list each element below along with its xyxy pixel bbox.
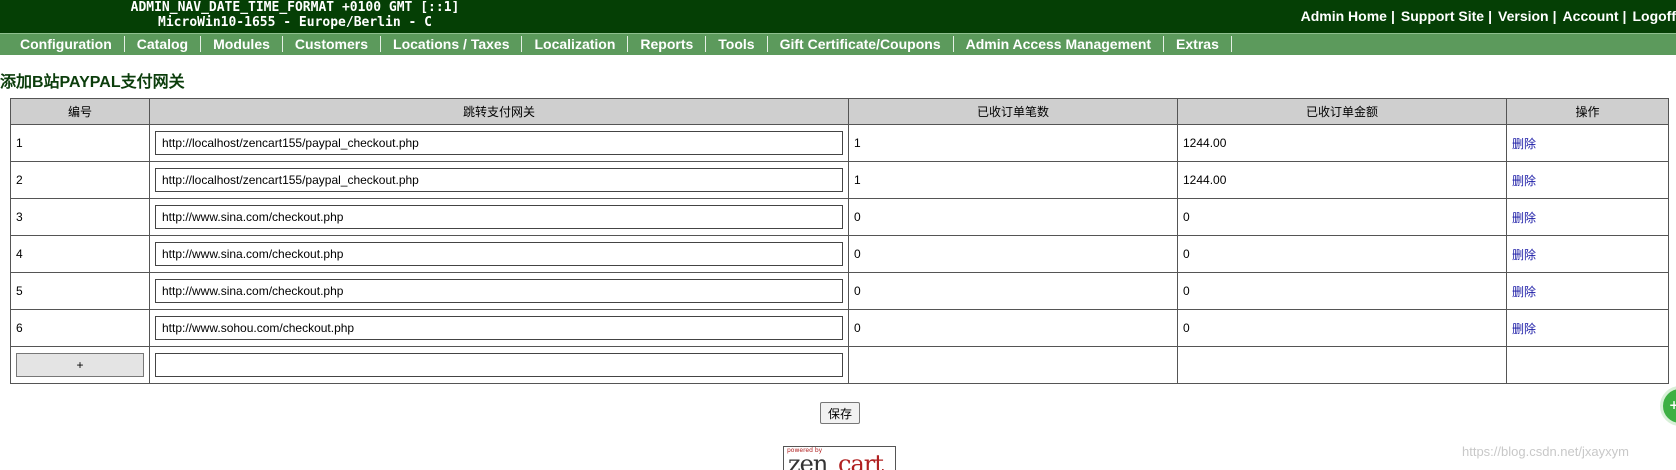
server-info-line-1: ADMIN_NAV_DATE_TIME_FORMAT +0100 GMT [::…	[130, 0, 460, 15]
table-row: 3 0 0 删除	[10, 198, 1669, 236]
main-nav: Configuration Catalog Modules Customers Loca…	[0, 33, 1676, 55]
delete-link[interactable]: 删除	[1512, 174, 1536, 188]
admin-header-bar: ADMIN_NAV_DATE_TIME_FORMAT +0100 GMT [::…	[0, 0, 1676, 33]
row-order-amount: 0	[1177, 235, 1507, 273]
table-row: 4 0 0 删除	[10, 235, 1669, 273]
nav-modules[interactable]: Modules	[201, 36, 283, 52]
header-separator: |	[1488, 8, 1493, 24]
nav-extras[interactable]: Extras	[1164, 36, 1232, 52]
zencart-logo[interactable]: powered by zen cart	[783, 446, 896, 470]
row-id: 5	[10, 272, 150, 310]
account-link[interactable]: Account	[1563, 8, 1619, 24]
table-row: 2 1 1244.00 删除	[10, 161, 1669, 199]
row-order-count: 0	[848, 272, 1178, 310]
gateway-url-input[interactable]	[155, 205, 843, 229]
row-url-cell	[149, 309, 849, 347]
new-gateway-url-input[interactable]	[155, 353, 843, 377]
server-info-line-2: MicroWin10-1655 - Europe/Berlin - C	[158, 15, 432, 30]
row-id: 6	[10, 309, 150, 347]
logo-zen-text: zen	[788, 450, 828, 470]
row-actions: 删除	[1506, 309, 1669, 347]
row-order-amount: 0	[1177, 309, 1507, 347]
row-url-cell	[149, 272, 849, 310]
table-row: 6 0 0 删除	[10, 309, 1669, 347]
nav-configuration[interactable]: Configuration	[8, 36, 125, 52]
nav-localization[interactable]: Localization	[522, 36, 629, 52]
row-id: 1	[10, 124, 150, 162]
nav-locations-taxes[interactable]: Locations / Taxes	[381, 36, 523, 52]
col-header-actions: 操作	[1506, 98, 1669, 125]
col-header-order-count: 已收订单笔数	[848, 98, 1178, 125]
empty-cell	[1177, 346, 1507, 384]
table-header-row: 编号 跳转支付网关 已收订单笔数 已收订单金额 操作	[10, 98, 1669, 125]
delete-link[interactable]: 删除	[1512, 285, 1536, 299]
floating-action-button[interactable]: +	[1660, 386, 1676, 426]
gateway-url-input[interactable]	[155, 316, 843, 340]
row-order-count: 1	[848, 124, 1178, 162]
server-info: ADMIN_NAV_DATE_TIME_FORMAT +0100 GMT [::…	[0, 0, 590, 30]
gateway-url-input[interactable]	[155, 168, 843, 192]
row-order-amount: 1244.00	[1177, 161, 1507, 199]
row-id: 2	[10, 161, 150, 199]
nav-tools[interactable]: Tools	[706, 36, 768, 52]
col-header-order-amount: 已收订单金额	[1177, 98, 1507, 125]
gateway-url-input[interactable]	[155, 131, 843, 155]
row-url-cell	[149, 235, 849, 273]
table-row: 1 1 1244.00 删除	[10, 124, 1669, 162]
nav-reports[interactable]: Reports	[628, 36, 707, 52]
admin-home-link[interactable]: Admin Home	[1301, 8, 1387, 24]
header-separator: |	[1552, 8, 1557, 24]
gateway-url-input[interactable]	[155, 242, 843, 266]
row-url-cell	[149, 161, 849, 199]
plus-icon: +	[1669, 398, 1676, 412]
row-order-amount: 0	[1177, 198, 1507, 236]
row-id: 3	[10, 198, 150, 236]
empty-cell	[1506, 346, 1669, 384]
watermark: https://blog.csdn.net/jxayxym	[1462, 444, 1629, 459]
nav-catalog[interactable]: Catalog	[125, 36, 202, 52]
delete-link[interactable]: 删除	[1512, 211, 1536, 225]
row-actions: 删除	[1506, 272, 1669, 310]
header-separator: |	[1622, 8, 1627, 24]
col-header-gateway: 跳转支付网关	[149, 98, 849, 125]
nav-customers[interactable]: Customers	[283, 36, 382, 52]
row-url-cell	[149, 198, 849, 236]
row-order-amount: 0	[1177, 272, 1507, 310]
logo-cart-text: cart	[838, 450, 884, 470]
page-title: 添加B站PAYPAL支付网关	[0, 74, 185, 91]
delete-link[interactable]: 删除	[1512, 137, 1536, 151]
nav-gift-certificates[interactable]: Gift Certificate/Coupons	[768, 36, 954, 52]
empty-cell	[848, 346, 1178, 384]
row-actions: 删除	[1506, 161, 1669, 199]
add-button-cell: +	[10, 346, 150, 384]
col-header-id: 编号	[10, 98, 150, 125]
delete-link[interactable]: 删除	[1512, 322, 1536, 336]
nav-admin-access[interactable]: Admin Access Management	[954, 36, 1165, 52]
new-url-cell	[149, 346, 849, 384]
delete-link[interactable]: 删除	[1512, 248, 1536, 262]
support-site-link[interactable]: Support Site	[1401, 8, 1484, 24]
table-row: 5 0 0 删除	[10, 272, 1669, 310]
add-row: +	[10, 346, 1669, 384]
row-actions: 删除	[1506, 124, 1669, 162]
header-separator: |	[1390, 8, 1395, 24]
row-url-cell	[149, 124, 849, 162]
row-order-count: 1	[848, 161, 1178, 199]
logoff-link[interactable]: Logoff	[1632, 8, 1676, 24]
row-order-amount: 1244.00	[1177, 124, 1507, 162]
row-actions: 删除	[1506, 235, 1669, 273]
gateway-url-input[interactable]	[155, 279, 843, 303]
save-button[interactable]: 保存	[820, 402, 860, 424]
version-link[interactable]: Version	[1498, 8, 1549, 24]
row-order-count: 0	[848, 235, 1178, 273]
add-row-button[interactable]: +	[16, 353, 144, 377]
row-order-count: 0	[848, 309, 1178, 347]
header-links: Admin Home | Support Site | Version | Account |…	[1301, 8, 1676, 24]
gateway-table: 编号 跳转支付网关 已收订单笔数 已收订单金额 操作 1 1 1244.00 删…	[10, 98, 1669, 384]
row-id: 4	[10, 235, 150, 273]
row-actions: 删除	[1506, 198, 1669, 236]
row-order-count: 0	[848, 198, 1178, 236]
